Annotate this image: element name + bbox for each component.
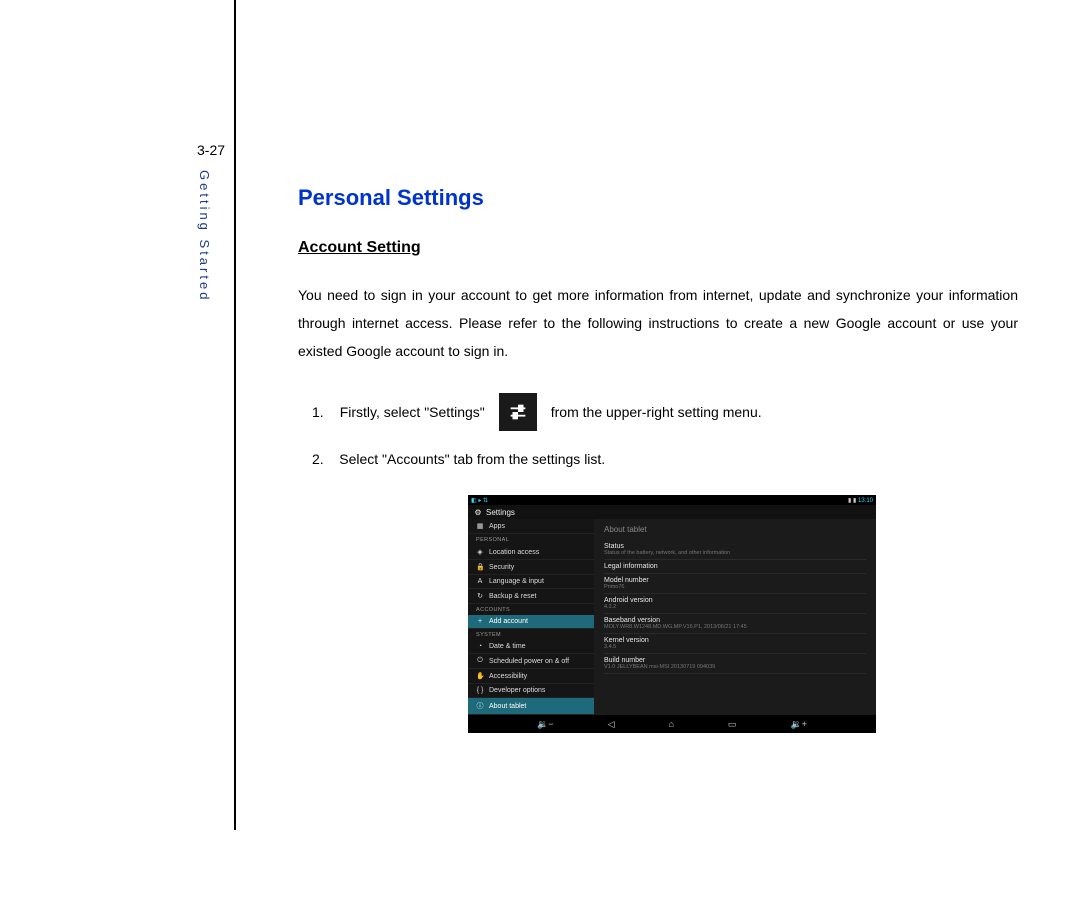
- about-android: Android version 4.2.2: [604, 594, 866, 614]
- about-legal[interactable]: Legal information: [604, 560, 866, 574]
- sidebar-item-about[interactable]: ⓘAbout tablet: [468, 698, 594, 715]
- heading-personal-settings: Personal Settings: [298, 185, 1018, 211]
- sidebar-item-date[interactable]: ◔Date & time: [468, 640, 594, 654]
- about-kernel: Kernel version 3.4.5: [604, 634, 866, 654]
- about-baseband: Baseband version MOLY.WR8.W1248.MD.WG.MP…: [604, 614, 866, 634]
- settings-right-pane: About tablet Status Status of the batter…: [594, 519, 876, 715]
- settings-left-pane: ▦Apps PERSONAL ◈Location access 🔒Securit…: [468, 519, 594, 715]
- status-bar: ◧ ▸ ⇅ ▮ ▮ 13:10: [468, 495, 876, 505]
- status-time: ▮ ▮ 13:10: [848, 497, 873, 504]
- android-navbar: 🔉− ◁ ⌂ ▭ 🔉+: [468, 715, 876, 733]
- step-2-text: Select "Accounts" tab from the settings …: [339, 451, 605, 467]
- nav-vol-down-icon[interactable]: 🔉−: [537, 719, 553, 730]
- nav-back-icon[interactable]: ◁: [608, 719, 615, 730]
- info-icon: ⓘ: [476, 701, 484, 711]
- step-1-number: 1.: [312, 404, 324, 420]
- category-personal: PERSONAL: [468, 534, 594, 545]
- about-model: Model number Primo76: [604, 574, 866, 594]
- sidebar-item-security[interactable]: 🔒Security: [468, 560, 594, 575]
- power-icon: ⏻: [476, 657, 484, 665]
- sidebar-item-power[interactable]: ⏻Scheduled power on & off: [468, 654, 594, 669]
- about-tablet-title: About tablet: [604, 525, 866, 534]
- settings-app-header: ⚙ Settings: [468, 505, 876, 519]
- step-1-text-a: Firstly, select "Settings": [340, 404, 485, 420]
- intro-paragraph: You need to sign in your account to get …: [298, 281, 1018, 365]
- sidebar-item-location[interactable]: ◈Location access: [468, 545, 594, 560]
- clock-icon: ◔: [476, 643, 484, 650]
- step-2-number: 2.: [312, 451, 324, 467]
- sidebar-item-add-account[interactable]: +Add account: [468, 615, 594, 629]
- heading-account-setting: Account Setting: [298, 239, 1018, 257]
- backup-icon: ↻: [476, 592, 484, 600]
- language-icon: A: [476, 578, 484, 585]
- plus-icon: +: [476, 618, 484, 625]
- sidebar-item-apps[interactable]: ▦Apps: [468, 519, 594, 534]
- sidebar-item-backup[interactable]: ↻Backup & reset: [468, 589, 594, 604]
- settings-title: Settings: [486, 508, 515, 517]
- embedded-tablet-screenshot: ◧ ▸ ⇅ ▮ ▮ 13:10 ⚙ Settings ▦Apps PERSONA…: [468, 495, 876, 733]
- vertical-divider: [234, 0, 236, 830]
- step-1: 1. Firstly, select "Settings" from the u…: [298, 393, 1018, 431]
- section-running-head: Getting Started: [197, 170, 212, 302]
- category-system: SYSTEM: [468, 629, 594, 640]
- lock-icon: 🔒: [476, 563, 484, 571]
- location-icon: ◈: [476, 548, 484, 556]
- braces-icon: { }: [476, 687, 484, 694]
- settings-icon: [499, 393, 537, 431]
- step-2: 2. Select "Accounts" tab from the settin…: [312, 451, 1018, 467]
- about-status[interactable]: Status Status of the battery, network, a…: [604, 540, 866, 560]
- step-1-text-b: from the upper-right setting menu.: [551, 404, 762, 420]
- nav-vol-up-icon[interactable]: 🔉+: [790, 719, 806, 730]
- status-left-icons: ◧ ▸ ⇅: [471, 497, 488, 504]
- nav-home-icon[interactable]: ⌂: [668, 719, 673, 729]
- about-build: Build number V1.0 JELLYBEAN msi-MSI 2013…: [604, 654, 866, 674]
- sliders-icon: ⚙: [474, 508, 482, 517]
- apps-icon: ▦: [476, 522, 484, 530]
- main-content: Personal Settings Account Setting You ne…: [298, 185, 1018, 733]
- category-accounts: ACCOUNTS: [468, 604, 594, 615]
- sidebar-item-accessibility[interactable]: ✋Accessibility: [468, 669, 594, 684]
- hand-icon: ✋: [476, 672, 484, 680]
- nav-recent-icon[interactable]: ▭: [728, 719, 737, 730]
- sidebar-item-language[interactable]: ALanguage & input: [468, 575, 594, 589]
- sidebar-item-developer[interactable]: { }Developer options: [468, 684, 594, 698]
- page-number: 3-27: [197, 142, 225, 158]
